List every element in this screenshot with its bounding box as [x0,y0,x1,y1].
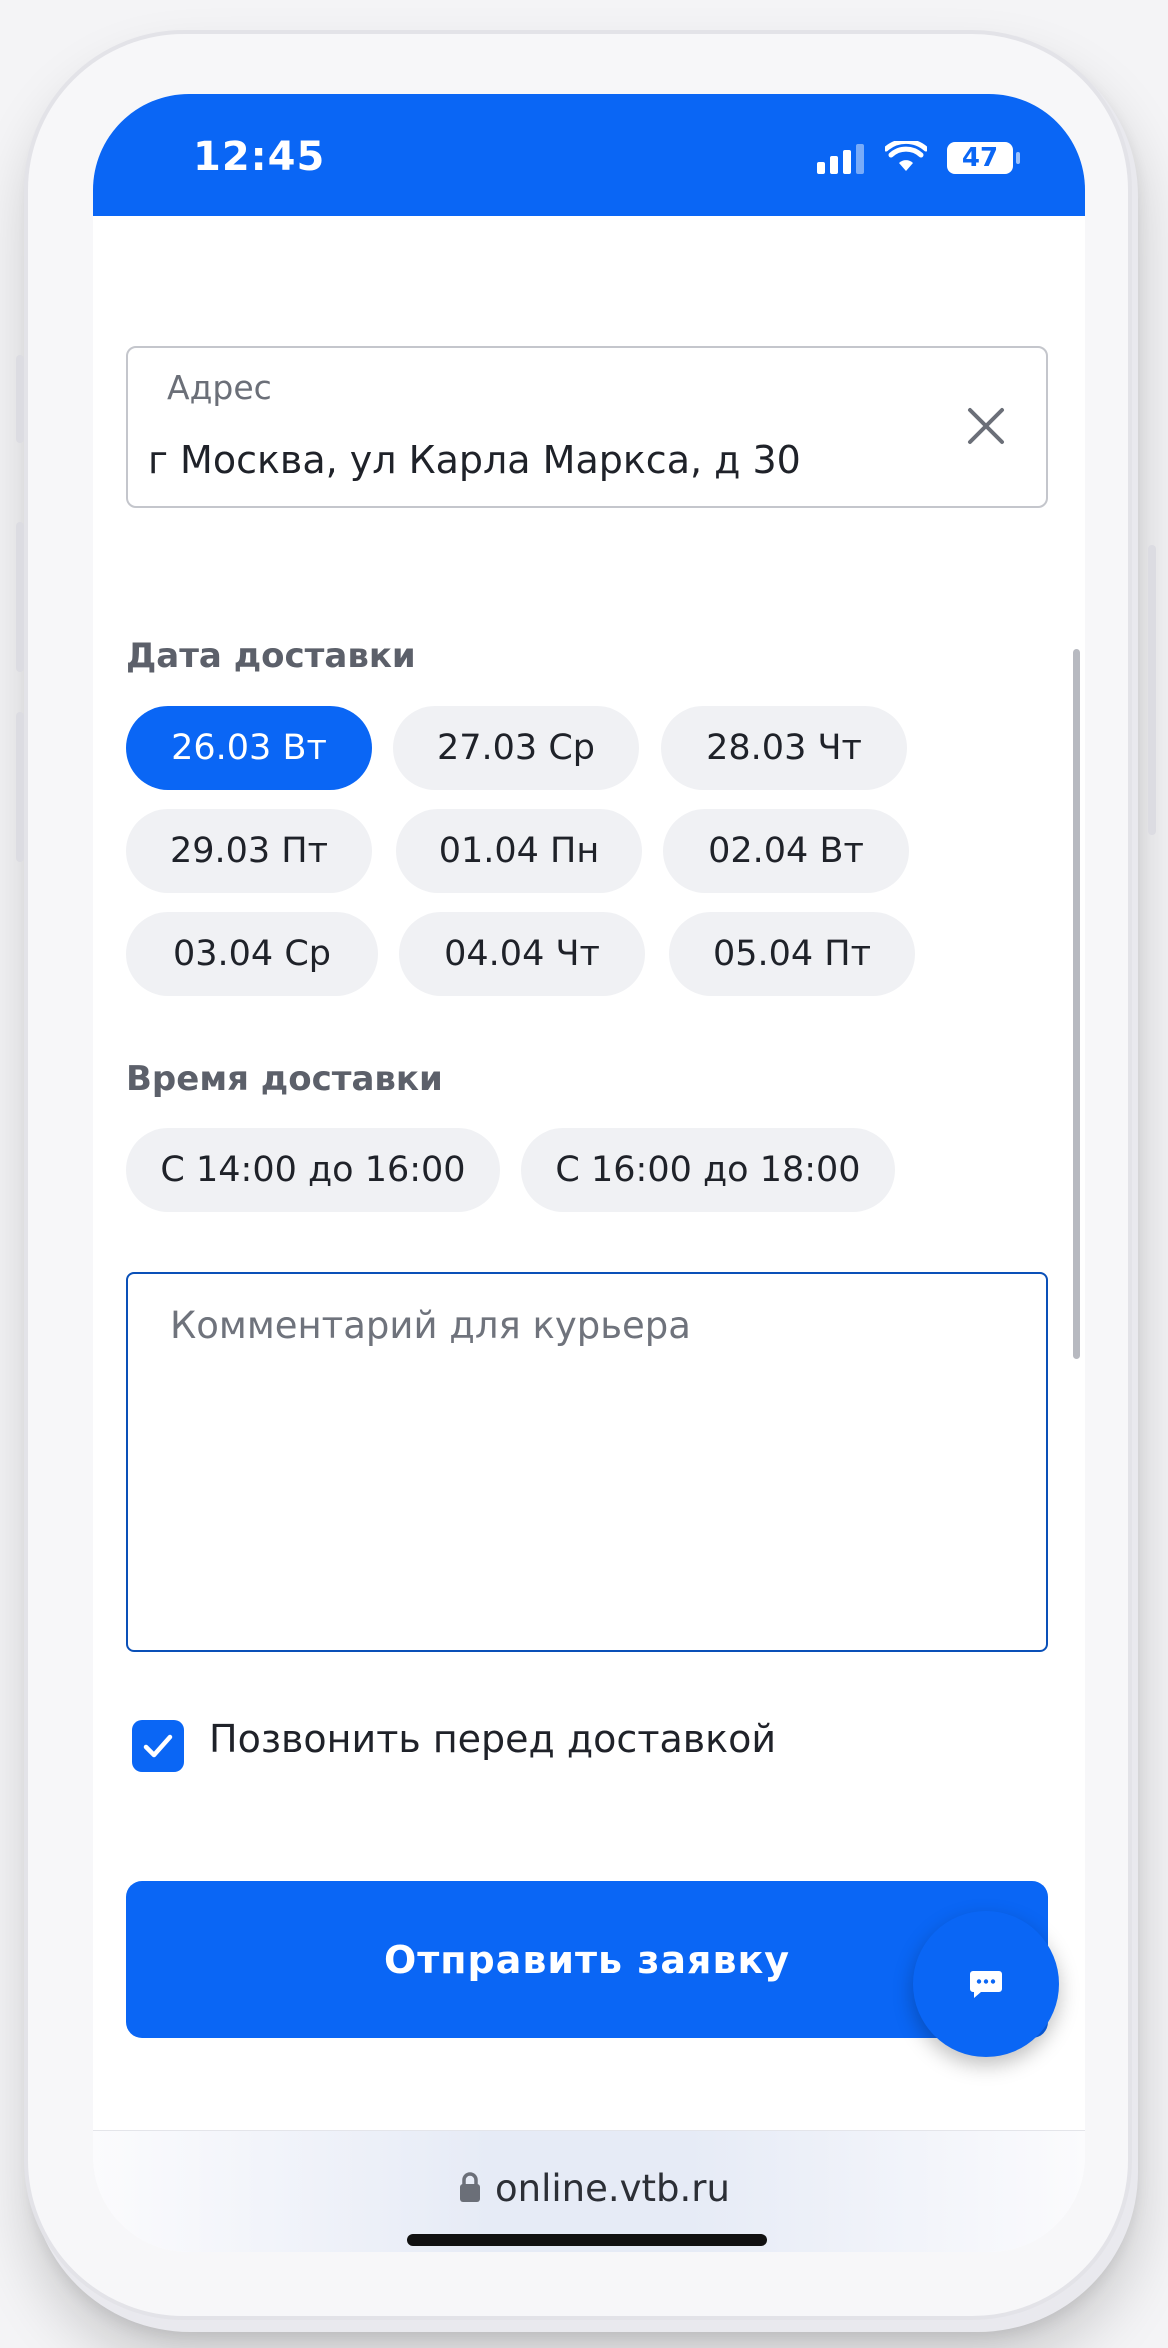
scrollbar[interactable] [1073,649,1080,1359]
address-value[interactable]: г Москва, ул Карла Маркса, д 30 [148,438,801,482]
url-text[interactable]: online.vtb.ru [495,2167,730,2210]
lock-icon [460,2172,480,2202]
battery-level: 47 [961,143,999,173]
address-field[interactable]: Адрес г Москва, ул Карла Маркса, д 30 [126,346,1048,508]
side-button-mute [16,355,24,443]
chat-bubble-icon [970,1971,1002,1998]
home-indicator[interactable] [407,2234,767,2246]
date-chip-selected[interactable]: 26.03 Вт [126,706,372,790]
call-before-label[interactable]: Позвонить перед доставкой [209,1717,776,1761]
courier-comment-textarea[interactable]: Комментарий для курьера [126,1272,1048,1652]
date-chip[interactable]: 04.04 Чт [399,912,645,996]
delivery-date-title: Дата доставки [126,636,416,676]
battery-icon: 47 [947,142,1020,174]
side-button-power [1148,545,1156,835]
date-chip[interactable]: 05.04 Пт [669,912,915,996]
status-time: 12:45 [193,134,326,180]
date-chip[interactable]: 02.04 Вт [663,809,909,893]
submit-button[interactable]: Отправить заявку [126,1881,1048,2038]
wifi-icon [885,141,927,171]
status-bar: 12:45 47 [93,94,1085,216]
time-chip[interactable]: С 16:00 до 18:00 [521,1128,895,1212]
comment-placeholder: Комментарий для курьера [170,1304,691,1347]
date-chip[interactable]: 29.03 Пт [126,809,372,893]
date-chip[interactable]: 27.03 Ср [393,706,639,790]
chat-button[interactable] [913,1911,1059,2057]
address-label: Адрес [167,368,272,407]
delivery-time-title: Время доставки [126,1059,443,1099]
phone-screen: 12:45 47 Адрес г Москва, ул Карла Маркса… [93,94,1085,2252]
side-button-volume-up [16,522,24,672]
cellular-signal-icon [817,144,864,174]
call-before-checkbox[interactable] [132,1720,184,1772]
time-chip[interactable]: С 14:00 до 16:00 [126,1128,500,1212]
date-chip[interactable]: 01.04 Пн [396,809,642,893]
checkmark-icon [143,1734,173,1758]
side-button-volume-down [16,712,24,862]
date-chip[interactable]: 28.03 Чт [661,706,907,790]
date-chip[interactable]: 03.04 Ср [126,912,378,996]
close-icon[interactable] [964,404,1008,448]
